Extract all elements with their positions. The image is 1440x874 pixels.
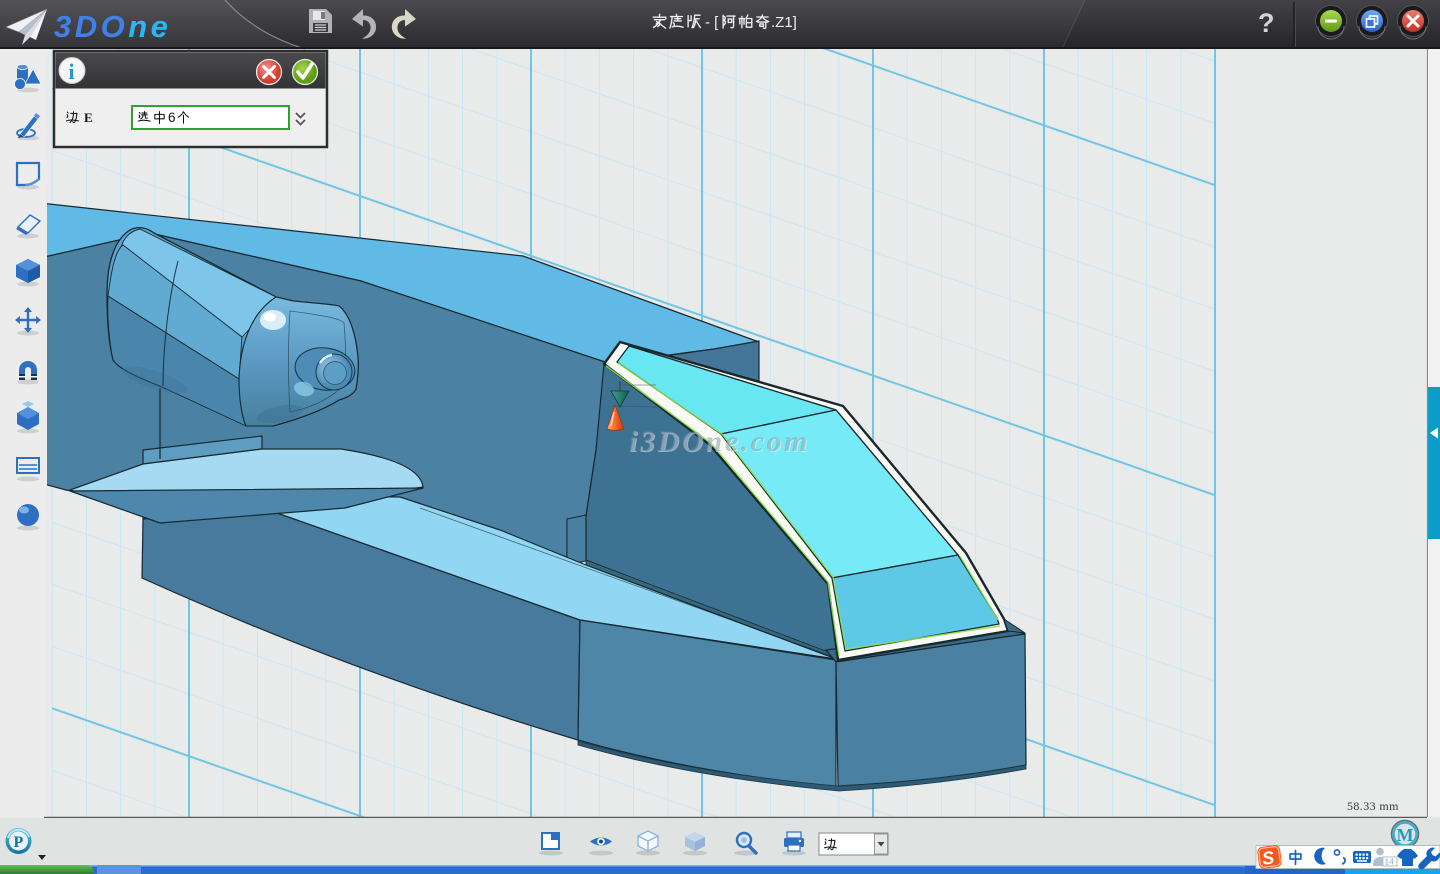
svg-text:14: 14 — [1385, 857, 1395, 867]
svg-text:?: ? — [1258, 8, 1275, 38]
svg-text:58.33 mm: 58.33 mm — [1347, 799, 1399, 813]
svg-text:i3DOne.com: i3DOne.com — [629, 425, 810, 458]
svg-text:M: M — [1397, 825, 1414, 845]
svg-text:P: P — [14, 834, 24, 851]
svg-text:E: E — [84, 110, 93, 125]
svg-text:.Z1]: .Z1] — [771, 14, 797, 31]
svg-text:6: 6 — [168, 110, 176, 125]
svg-text:3DOne: 3DOne — [54, 9, 171, 44]
svg-text:i: i — [69, 59, 75, 84]
svg-text:- [: - [ — [705, 14, 719, 31]
svg-text:S: S — [1261, 847, 1275, 868]
